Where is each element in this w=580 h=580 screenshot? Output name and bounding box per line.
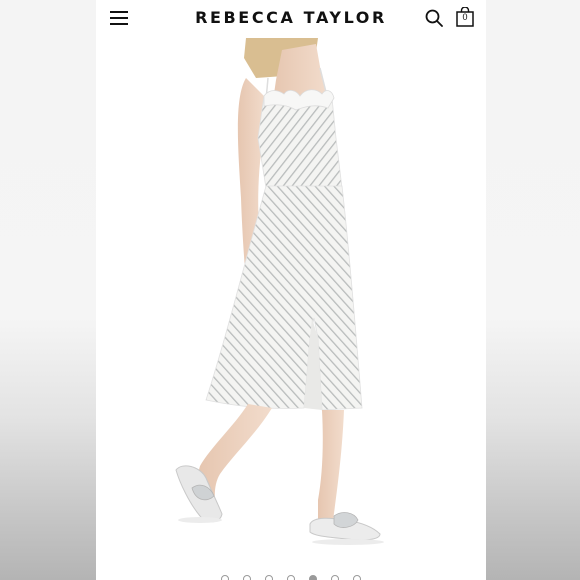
carousel-dot[interactable]	[243, 575, 251, 580]
dress-skirt	[205, 185, 363, 411]
carousel-indicators	[221, 575, 361, 580]
carousel-dot[interactable]	[221, 575, 229, 580]
model-leg	[318, 410, 344, 528]
carousel-dot[interactable]	[287, 575, 295, 580]
product-image[interactable]	[96, 38, 486, 580]
product-screen: REBECCA TAYLOR 0	[96, 0, 486, 580]
search-icon	[425, 9, 443, 27]
shopping-bag-button[interactable]: 0	[456, 6, 474, 27]
carousel-dot[interactable]	[353, 575, 361, 580]
blurred-background-right	[486, 0, 580, 580]
shadow	[312, 539, 384, 545]
shadow	[178, 517, 222, 523]
search-button[interactable]	[425, 9, 443, 27]
site-header: REBECCA TAYLOR 0	[96, 0, 486, 38]
carousel-dot[interactable]	[331, 575, 339, 580]
carousel-dot[interactable]	[265, 575, 273, 580]
carousel-dot[interactable]	[309, 575, 317, 580]
blurred-background-left	[0, 0, 96, 580]
bag-count-badge: 0	[462, 12, 468, 22]
